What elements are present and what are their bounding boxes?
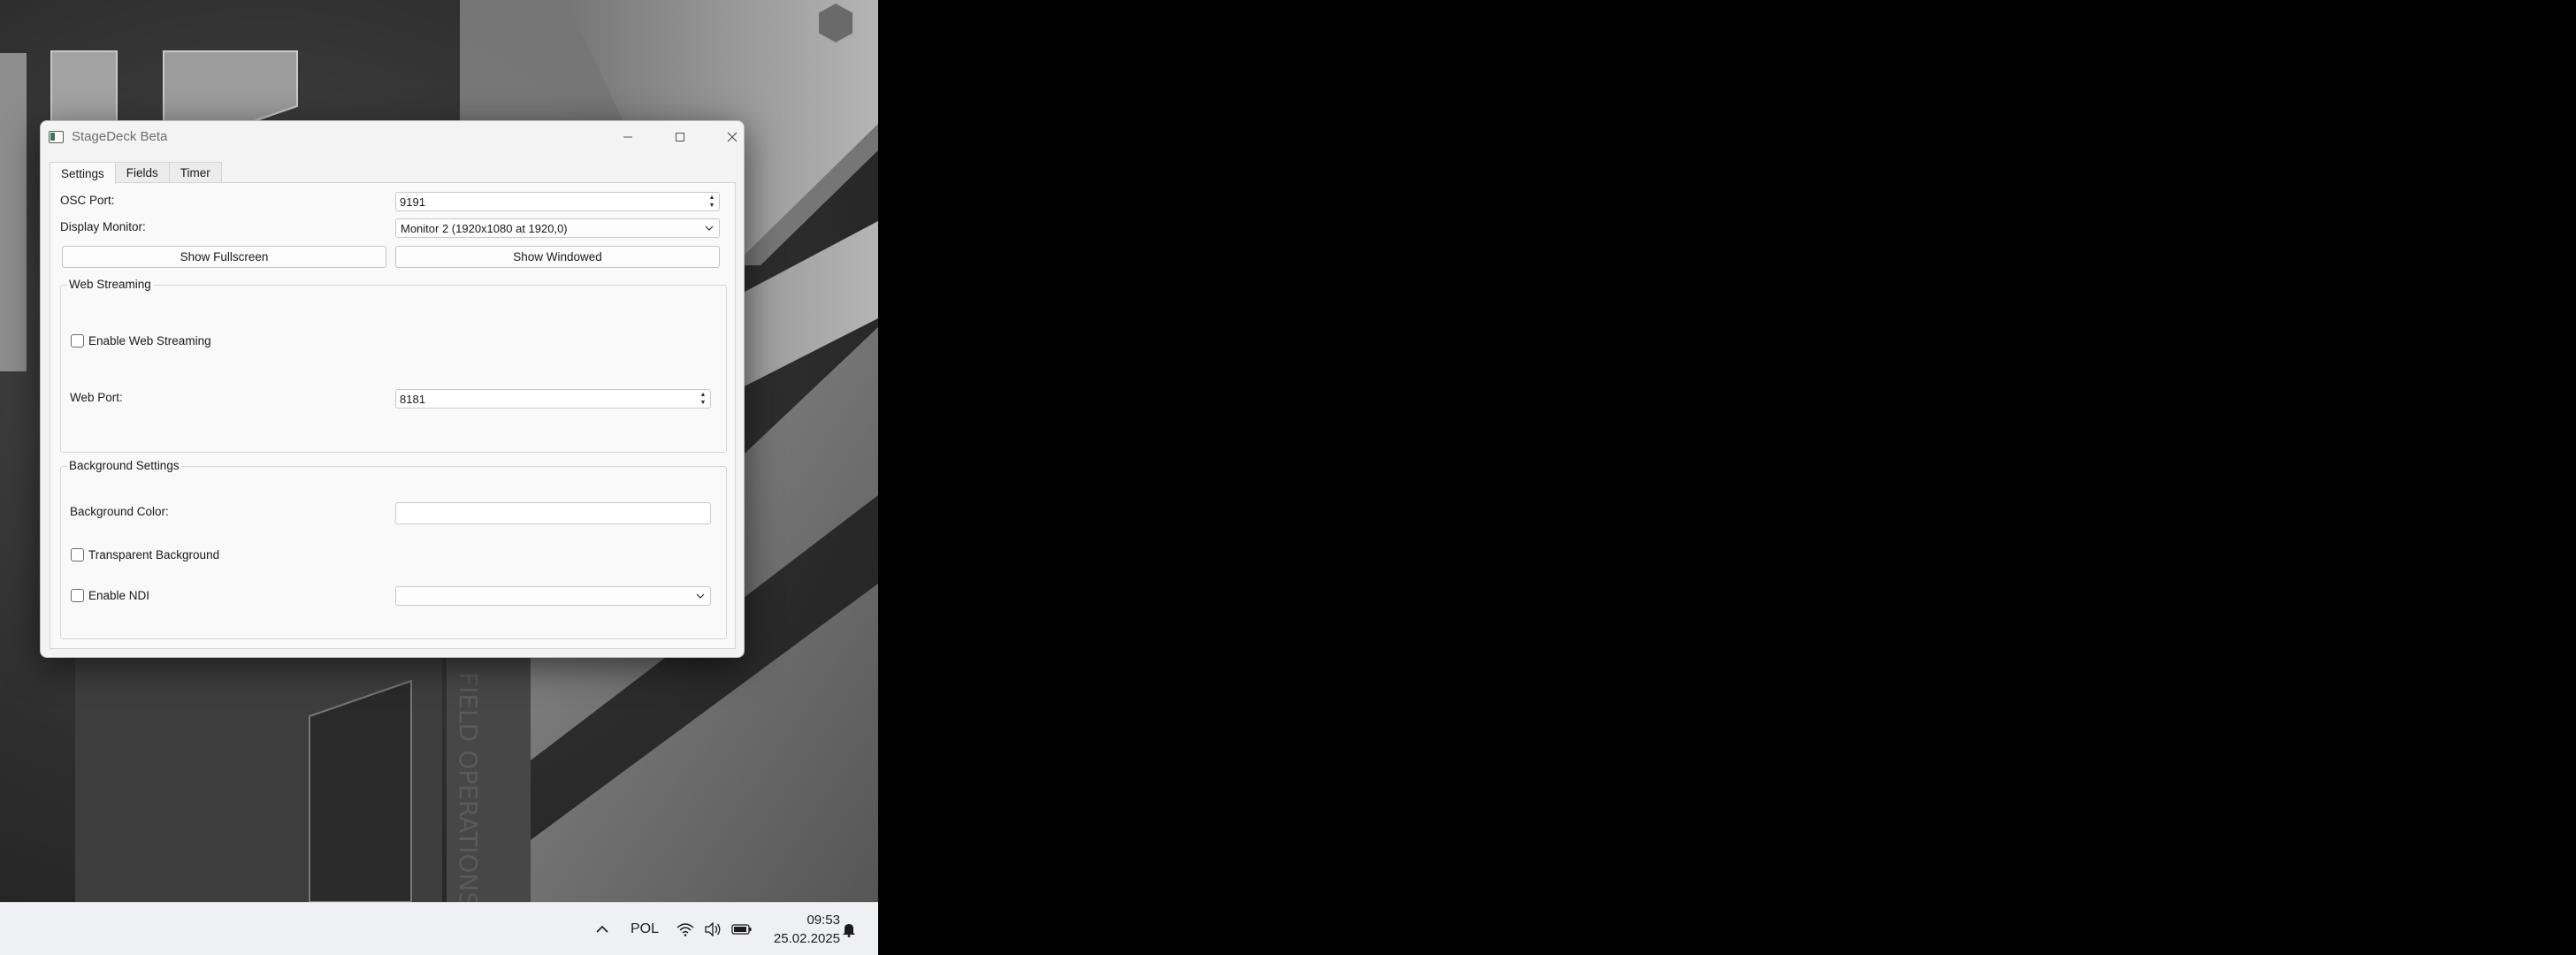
notification-bell-icon — [843, 924, 855, 937]
close-button[interactable] — [707, 121, 758, 153]
close-icon — [727, 132, 738, 142]
spin-up-icon[interactable]: ▲ — [709, 194, 715, 202]
display-monitor-label: Display Monitor: — [60, 220, 146, 233]
osc-port-label: OSC Port: — [60, 194, 115, 207]
tab-timer[interactable]: Timer — [168, 162, 222, 183]
chevron-down-icon — [696, 593, 705, 599]
tab-fields[interactable]: Fields — [114, 162, 170, 183]
osc-port-stepper[interactable]: ▲ ▼ — [706, 194, 718, 210]
input-language-indicator[interactable]: POL — [626, 903, 663, 955]
web-port-label: Web Port: — [70, 391, 123, 404]
window-title: StageDeck Beta — [72, 129, 168, 144]
minimize-icon — [623, 136, 632, 138]
web-port-value: 8181 — [400, 392, 425, 406]
background-settings-group: Background Settings Background Color: Tr… — [60, 459, 727, 639]
wifi-icon — [676, 923, 694, 936]
display-monitor-combobox[interactable]: Monitor 2 (1920x1080 at 1920,0) — [395, 218, 720, 238]
settings-pane: OSC Port: 9191 ▲ ▼ Display Monitor: Moni… — [50, 182, 736, 649]
stagedeck-window: StageDeck Beta Settings Fields Timer OSC… — [40, 120, 745, 658]
ndi-source-combobox[interactable] — [395, 586, 711, 606]
battery-button[interactable] — [727, 903, 757, 955]
show-fullscreen-button[interactable]: Show Fullscreen — [62, 246, 386, 268]
web-port-stepper[interactable]: ▲ ▼ — [697, 391, 709, 407]
clock[interactable]: 09:53 25.02.2025 — [766, 903, 840, 955]
network-button[interactable] — [672, 903, 699, 955]
battery-icon — [731, 924, 752, 935]
minimize-button[interactable] — [602, 121, 654, 153]
tab-settings[interactable]: Settings — [50, 162, 116, 184]
background-settings-title: Background Settings — [67, 459, 181, 472]
app-icon — [49, 131, 64, 143]
volume-icon — [705, 922, 721, 936]
transparent-background-label[interactable]: Transparent Background — [88, 548, 219, 562]
enable-web-streaming-label[interactable]: Enable Web Streaming — [88, 334, 211, 348]
clock-date: 25.02.2025 — [773, 931, 840, 946]
taskbar: POL 09:53 25.02.2025 — [0, 902, 878, 955]
spin-down-icon[interactable]: ▼ — [709, 202, 715, 210]
web-streaming-group: Web Streaming Enable Web Streaming Web P… — [60, 278, 727, 453]
tab-bar: Settings Fields Timer — [50, 162, 222, 184]
show-hidden-icons-button[interactable] — [587, 903, 617, 955]
transparent-background-checkbox[interactable] — [71, 548, 84, 562]
volume-button[interactable] — [699, 903, 726, 955]
web-port-spinbox[interactable]: 8181 ▲ ▼ — [395, 389, 711, 409]
maximize-button[interactable] — [654, 121, 706, 153]
spin-up-icon[interactable]: ▲ — [700, 391, 707, 399]
notifications-button[interactable] — [836, 903, 862, 955]
chevron-down-icon — [705, 225, 714, 231]
svg-text:FIELD OPERATIONS: FIELD OPERATIONS — [454, 672, 483, 902]
secondary-display-area — [878, 0, 2576, 955]
osc-port-spinbox[interactable]: 9191 ▲ ▼ — [395, 192, 720, 211]
enable-web-streaming-checkbox[interactable] — [71, 334, 84, 348]
background-color-label: Background Color: — [70, 505, 169, 518]
background-color-field[interactable] — [395, 502, 711, 524]
enable-ndi-label[interactable]: Enable NDI — [88, 589, 149, 602]
web-streaming-title: Web Streaming — [67, 278, 153, 291]
show-windowed-button[interactable]: Show Windowed — [395, 246, 720, 268]
chevron-up-icon — [596, 925, 608, 933]
spin-down-icon[interactable]: ▼ — [700, 399, 707, 407]
enable-ndi-checkbox[interactable] — [71, 589, 84, 602]
maximize-icon — [676, 133, 684, 141]
osc-port-value: 9191 — [400, 195, 425, 209]
display-monitor-value: Monitor 2 (1920x1080 at 1920,0) — [401, 221, 568, 235]
title-bar[interactable]: StageDeck Beta — [41, 121, 744, 153]
